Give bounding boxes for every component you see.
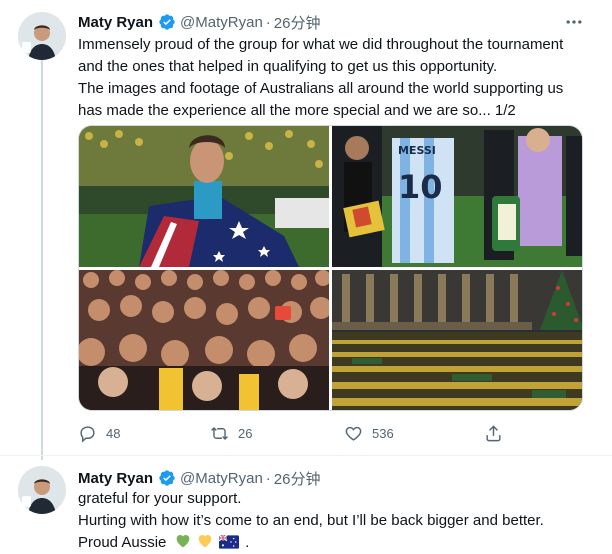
green-heart-icon [175,533,191,549]
tweet-text-line: has made the experience all the more spe… [78,102,516,119]
reply-icon [80,425,95,443]
tweet-header: Maty Ryan @MatyRyan · 26分钟 [78,467,320,489]
author-handle[interactable]: @MatyRyan [180,470,263,487]
tweet-timestamp[interactable]: 26分钟 [274,12,321,33]
tweet[interactable]: Maty Ryan @MatyRyan · 26分钟 grateful for … [0,455,612,554]
tweet-text-line: Hurting with how it’s come to an end, bu… [78,512,544,529]
author-name[interactable]: Maty Ryan [78,14,153,31]
share-icon [486,424,501,441]
australia-flag-icon [218,534,239,550]
share-button[interactable] [484,421,512,445]
yellow-heart-icon [197,533,213,549]
reply-button[interactable]: 48 [78,421,120,445]
tweet-text-line-emoji: Proud Aussie . [78,532,578,554]
tweet-text-line: The images and footage of Australians al… [78,80,564,97]
tweet-text-line: Immensely proud of the group for what we… [78,36,564,53]
author-handle[interactable]: @MatyRyan [180,14,263,31]
media-photo-public-square[interactable] [332,270,582,410]
like-button[interactable]: 536 [344,421,394,445]
avatar[interactable] [18,12,66,60]
separator-dot: · [265,13,271,31]
tweet-timestamp[interactable]: 26分钟 [274,468,321,489]
media-grid: 10 MESSI [78,125,583,411]
svg-text:MESSI: MESSI [398,144,436,157]
media-photo-captains[interactable]: 10 MESSI [332,126,582,267]
separator-dot: · [265,469,271,487]
avatar-image [18,12,66,60]
verified-badge-icon [158,469,176,487]
avatar[interactable] [18,466,66,514]
verified-badge-icon [158,13,176,31]
retweet-icon [211,426,228,440]
tweet-header: Maty Ryan @MatyRyan · 26分钟 [78,11,320,33]
svg-text:10: 10 [398,168,443,206]
media-photo-player-flag[interactable] [79,126,329,267]
like-count: 536 [372,425,394,441]
media-photo-fans-watching[interactable] [79,270,329,410]
retweet-count: 26 [238,425,253,441]
avatar-image [18,466,66,514]
tweet-text-line: grateful for your support. [78,490,242,507]
retweet-button[interactable]: 26 [210,421,252,445]
tweet[interactable]: Maty Ryan @MatyRyan · 26分钟 Immensely pro… [0,0,612,455]
more-options-icon[interactable] [564,12,584,32]
tweet-text-fragment: Proud Aussie [78,534,167,551]
author-name[interactable]: Maty Ryan [78,470,153,487]
reply-count: 48 [106,425,121,441]
tweet-text: grateful for your support. Hurting with … [78,488,578,554]
tweet-actions: 48 26 536 [78,421,518,445]
heart-icon [345,426,362,441]
tweet-text-line: and the ones that helped in qualifying t… [78,58,498,75]
tweet-text: Immensely proud of the group for what we… [78,34,578,122]
tweet-text-fragment: . [245,534,250,551]
